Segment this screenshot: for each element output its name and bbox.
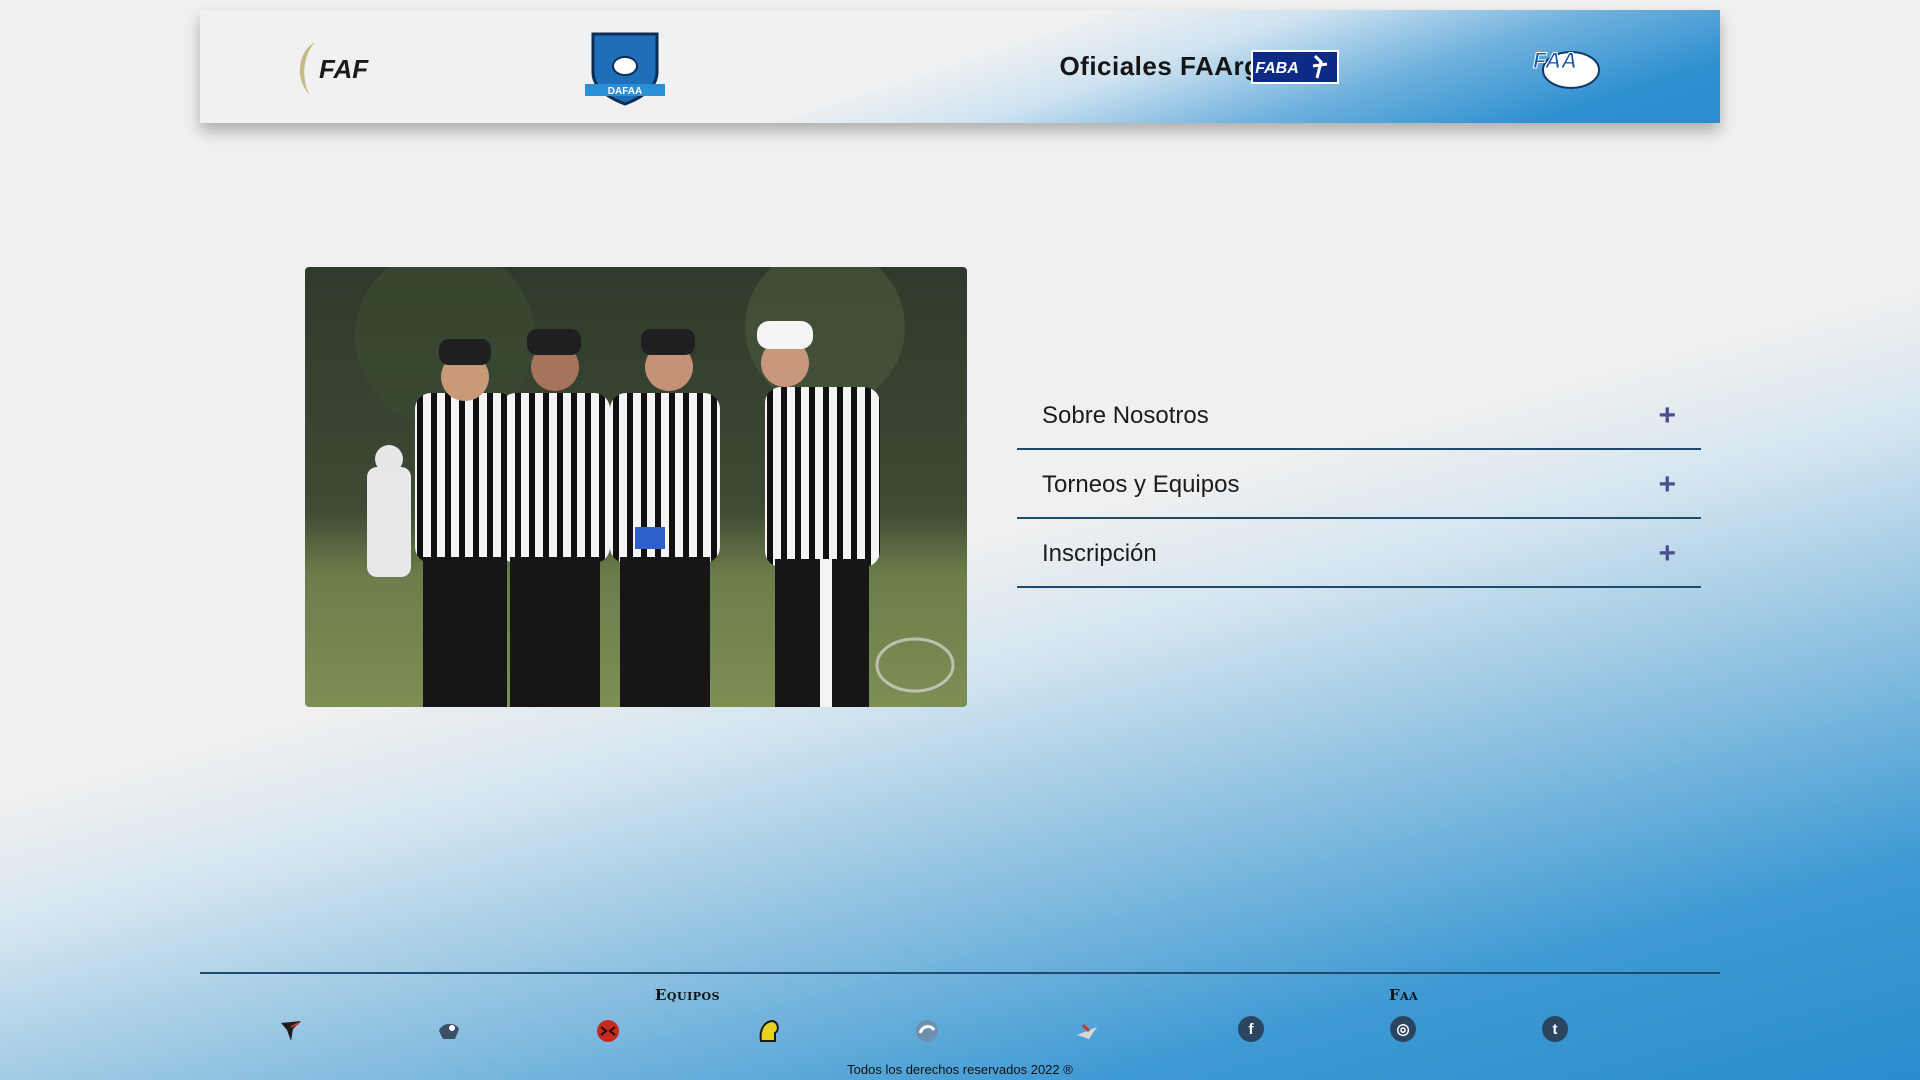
faf-logo-text: FAF	[319, 54, 369, 84]
plus-icon[interactable]: +	[1658, 400, 1676, 431]
teams-heading: Equipos	[655, 986, 721, 1004]
facebook-icon[interactable]: f	[1238, 1016, 1264, 1042]
footer-divider	[200, 972, 1720, 974]
team-logo-3-icon[interactable]	[593, 1016, 623, 1046]
faf-logo[interactable]: FAF	[280, 10, 400, 123]
accordion-item-label: Torneos y Equipos	[1042, 470, 1240, 498]
accordion-item-label: Inscripción	[1042, 539, 1157, 567]
dafaa-shield-logo[interactable]: DAFAA	[570, 10, 680, 123]
team-logo-2-icon[interactable]	[434, 1016, 464, 1046]
faa-logo-text: FAA	[1533, 48, 1577, 73]
accordion-item-label: Sobre Nosotros	[1042, 401, 1209, 429]
faba-logo[interactable]: FABA	[1245, 10, 1345, 123]
accordion-item-inscripcion[interactable]: Inscripción +	[1017, 521, 1701, 588]
accordion: Sobre Nosotros + Torneos y Equipos + Ins…	[1017, 383, 1701, 590]
team-logo-5-icon[interactable]	[912, 1016, 942, 1046]
twitter-icon[interactable]: t	[1542, 1016, 1568, 1042]
site-header: FAF DAFAA Oficiales FAArg FABA FAA	[200, 10, 1720, 123]
accordion-item-sobre-nosotros[interactable]: Sobre Nosotros +	[1017, 383, 1701, 450]
faba-logo-text: FABA	[1255, 60, 1299, 77]
faa-heading: Faa	[1389, 986, 1419, 1004]
team-logo-4-icon[interactable]	[754, 1016, 784, 1046]
copyright-text: Todos los derechos reservados 2022 ®	[847, 1062, 1073, 1077]
team-logo-6-icon[interactable]	[1072, 1016, 1102, 1046]
faa-argentina-logo[interactable]: FAA	[1515, 10, 1615, 123]
referees-photo	[305, 267, 967, 707]
dafaa-logo-text: DAFAA	[608, 86, 642, 97]
plus-icon[interactable]: +	[1658, 469, 1676, 500]
team-logo-1-icon[interactable]	[276, 1016, 306, 1046]
plus-icon[interactable]: +	[1658, 538, 1676, 569]
accordion-item-torneos-y-equipos[interactable]: Torneos y Equipos +	[1017, 452, 1701, 519]
instagram-icon[interactable]: ◎	[1390, 1016, 1416, 1042]
